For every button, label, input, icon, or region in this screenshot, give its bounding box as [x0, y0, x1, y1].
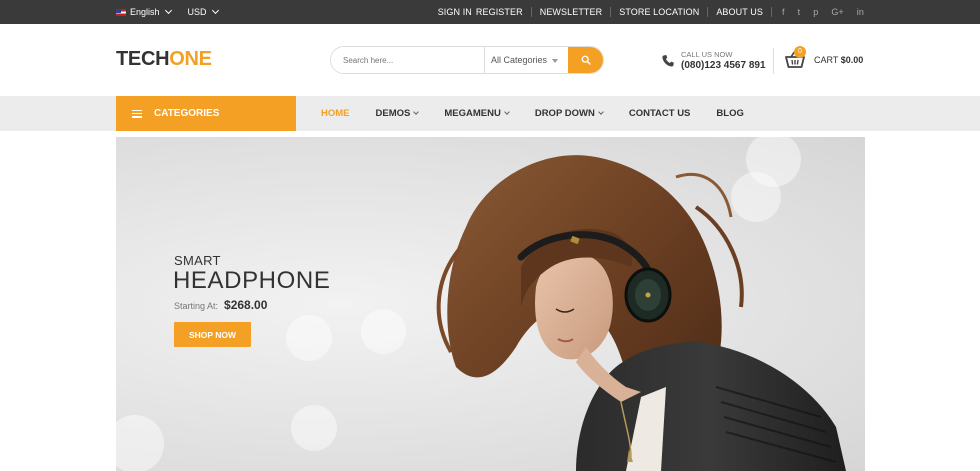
nav-item-label: HOME — [321, 108, 350, 119]
chevron-down-icon — [211, 6, 219, 15]
us-flag-icon — [116, 8, 126, 16]
site-header: TECHONE All Categories CALL US NOW (080)… — [0, 24, 980, 96]
divider — [773, 48, 774, 74]
bokeh-decoration — [116, 415, 164, 471]
shop-now-button[interactable]: SHOP NOW — [174, 322, 251, 347]
chevron-down-icon — [413, 109, 420, 115]
chevron-down-icon — [164, 6, 172, 15]
search-button[interactable] — [568, 47, 603, 73]
cart-label: CART $0.00 — [814, 55, 863, 65]
chevron-down-icon — [597, 109, 604, 115]
nav-item-label: DEMOS — [375, 108, 411, 119]
nav-item-label: DROP DOWN — [534, 108, 595, 119]
bokeh-decoration — [361, 309, 406, 354]
language-label: English — [130, 7, 160, 17]
nav-item-megamenu[interactable]: MEGAMENU — [444, 108, 510, 119]
logo-text-tech: TECH — [116, 48, 170, 70]
main-nav-bar: CATEGORIES HOME DEMOS MEGAMENU DROP DOWN… — [0, 96, 980, 131]
currency-selector[interactable]: USD — [187, 6, 219, 17]
chevron-down-icon — [503, 109, 510, 115]
caret-down-icon — [552, 59, 558, 63]
twitter-icon[interactable]: t — [798, 7, 801, 17]
language-selector[interactable]: English — [116, 6, 172, 17]
basket-icon: 0 — [785, 46, 806, 69]
categories-label: CATEGORIES — [154, 108, 220, 119]
cart-button[interactable]: 0 CART $0.00 — [785, 46, 863, 69]
phone-icon — [662, 54, 674, 67]
topbar-left: English USD — [116, 0, 219, 24]
search-bar: All Categories — [330, 46, 604, 74]
hero-banner[interactable]: SMART HEADPHONE Starting At: $268.00 SHO… — [116, 137, 865, 471]
social-links: f t p G+ in — [772, 7, 864, 17]
bokeh-decoration — [291, 405, 337, 451]
phone-label: CALL US NOW — [681, 50, 733, 59]
nav-item-blog[interactable]: BLOG — [716, 108, 743, 119]
categories-button[interactable]: CATEGORIES — [116, 96, 296, 131]
price-value: $268.00 — [224, 298, 268, 312]
hero-price: Starting At: $268.00 — [174, 298, 267, 312]
nav-item-label: CONTACT US — [628, 108, 691, 119]
sign-in-link[interactable]: SIGN IN — [430, 7, 474, 17]
price-label: Starting At: — [174, 301, 219, 311]
newsletter-link[interactable]: NEWSLETTER — [532, 7, 611, 17]
search-icon — [581, 55, 591, 65]
cart-total: $0.00 — [840, 55, 864, 65]
top-bar: English USD SIGN IN REGISTER NEWSLETTER … — [0, 0, 980, 24]
nav-item-label: MEGAMENU — [444, 108, 501, 119]
hero-model-image — [436, 155, 846, 471]
google-plus-icon[interactable]: G+ — [831, 7, 843, 17]
site-logo[interactable]: TECHONE — [116, 48, 212, 71]
menu-icon — [132, 109, 142, 118]
store-location-link[interactable]: STORE LOCATION — [611, 7, 707, 17]
phone-text: CALL US NOW (080)123 4567 891 — [681, 50, 766, 71]
search-input[interactable] — [331, 47, 484, 73]
phone-number[interactable]: (080)123 4567 891 — [681, 60, 766, 71]
cart-count-badge: 0 — [794, 46, 806, 58]
nav-item-demos[interactable]: DEMOS — [375, 108, 420, 119]
nav-item-contact-us[interactable]: CONTACT US — [629, 108, 691, 119]
hero-title: HEADPHONE — [173, 267, 331, 294]
register-link[interactable]: REGISTER — [474, 7, 531, 17]
main-menu: HOME DEMOS MEGAMENU DROP DOWN CONTACT US… — [321, 96, 770, 131]
category-select[interactable]: All Categories — [484, 47, 568, 73]
nav-item-label: BLOG — [716, 108, 744, 119]
facebook-icon[interactable]: f — [782, 7, 785, 17]
nav-item-drop-down[interactable]: DROP DOWN — [534, 108, 604, 119]
topbar-right: SIGN IN REGISTER NEWSLETTER STORE LOCATI… — [430, 0, 864, 24]
hero-subtitle: SMART — [174, 253, 221, 268]
call-us: CALL US NOW (080)123 4567 891 — [661, 50, 766, 71]
pinterest-icon[interactable]: p — [813, 7, 818, 17]
logo-text-one: ONE — [169, 48, 212, 70]
cart-label-text: CART — [814, 55, 839, 65]
category-select-value: All Categories — [491, 55, 548, 65]
about-us-link[interactable]: ABOUT US — [708, 7, 771, 17]
nav-item-home[interactable]: HOME — [321, 108, 350, 119]
currency-label: USD — [187, 7, 207, 17]
bokeh-decoration — [286, 315, 332, 361]
linkedin-icon[interactable]: in — [857, 7, 864, 17]
